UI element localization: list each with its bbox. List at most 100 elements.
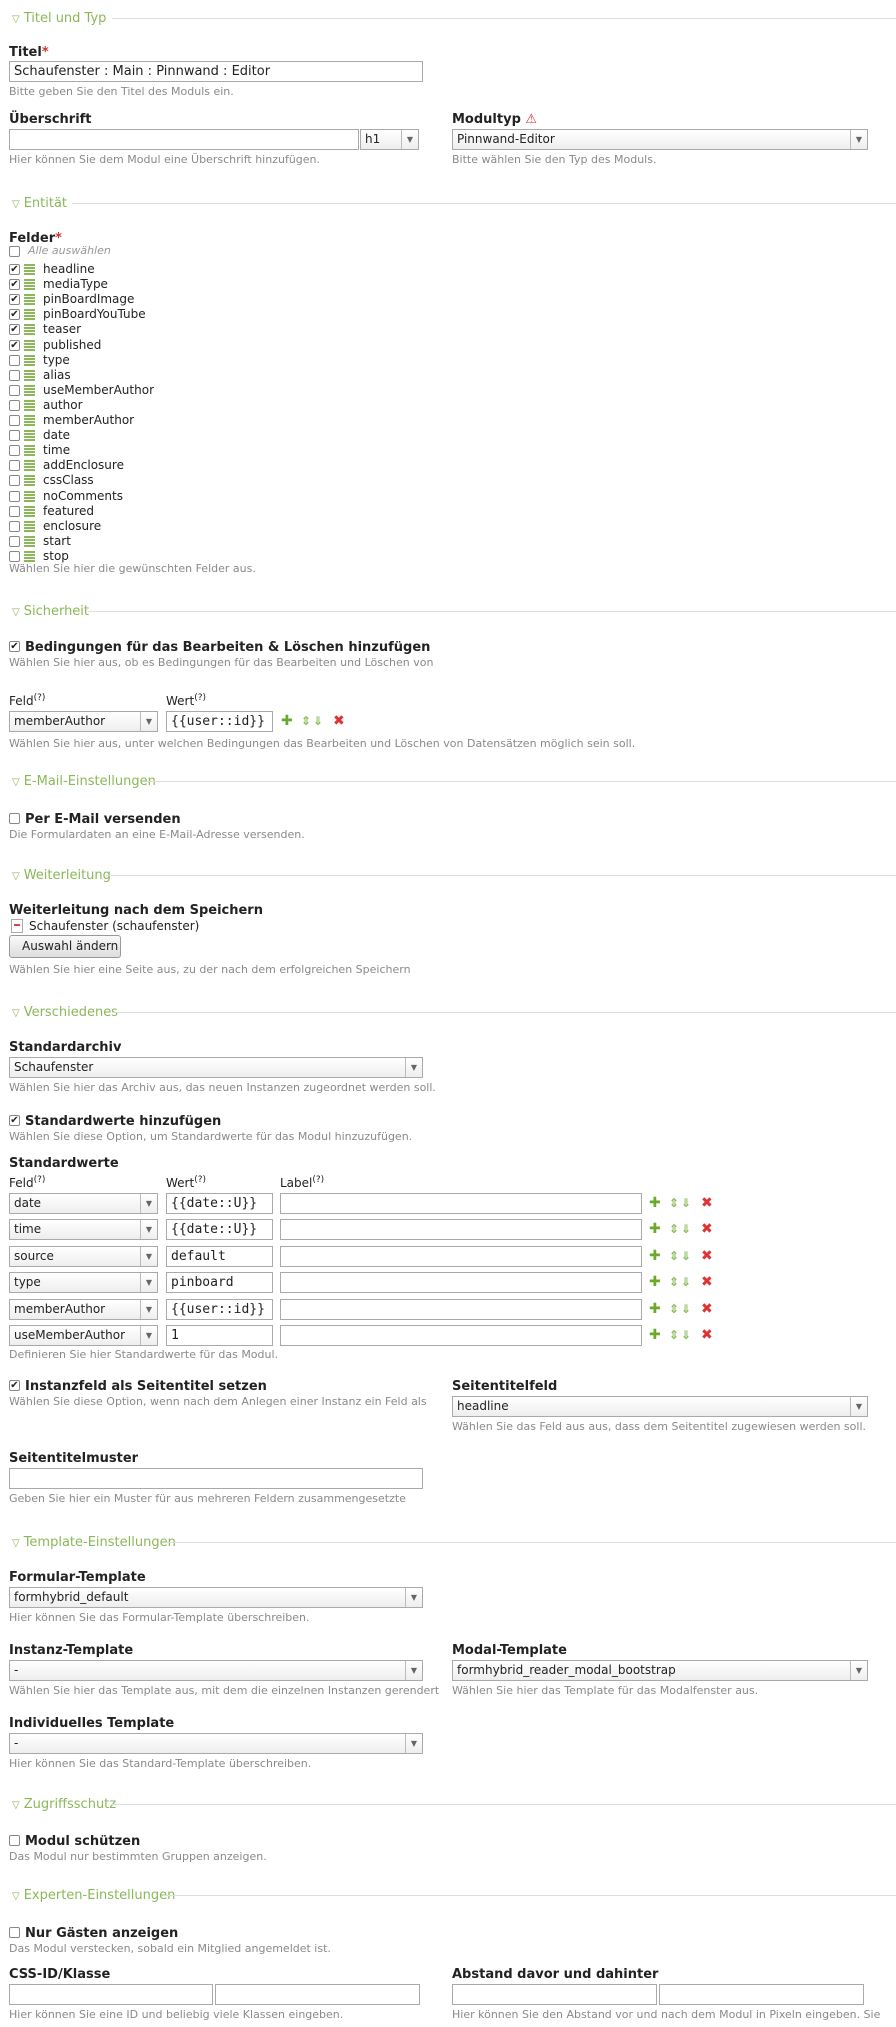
arrows-icon[interactable]: ⇓	[681, 1196, 691, 1210]
drag-handle-icon[interactable]	[24, 490, 35, 502]
plus-icon[interactable]: ✚	[649, 1275, 661, 1289]
felder-checkbox[interactable]: ✔	[9, 294, 20, 306]
legend-weiterleitung[interactable]: ▽ Weiterleitung	[12, 868, 111, 883]
standardwerte-label-input[interactable]	[280, 1193, 642, 1214]
drag-handle-icon[interactable]	[24, 279, 35, 291]
standardwerte-feld-select[interactable]: type ▼	[9, 1272, 158, 1294]
felder-checkbox[interactable]	[9, 505, 20, 517]
arrows-icon[interactable]: ⇓	[681, 1328, 691, 1342]
felder-checkbox[interactable]	[9, 369, 20, 381]
standardwerte-wert-input[interactable]: pinboard	[166, 1272, 273, 1294]
standardwerte-feld-select[interactable]: memberAuthor ▼	[9, 1298, 158, 1320]
drag-handle-icon[interactable]	[24, 339, 35, 351]
plus-icon[interactable]: ✚	[649, 1249, 661, 1263]
standardwerte-label-input[interactable]	[280, 1325, 642, 1346]
felder-checkbox[interactable]	[9, 445, 20, 457]
drag-handle-icon[interactable]	[24, 505, 35, 517]
standardwerte-feld-select[interactable]: time ▼	[9, 1219, 158, 1241]
legend-zugriffsschutz[interactable]: ▽ Zugriffsschutz	[12, 1797, 116, 1812]
felder-checkbox[interactable]	[9, 354, 20, 366]
bedingungen-checkbox[interactable]: ✔	[9, 641, 20, 652]
drag-handle-icon[interactable]	[24, 475, 35, 487]
seitentitelfeld-select[interactable]: headline ▼	[452, 1396, 868, 1417]
arrows-icon[interactable]: ⇕	[669, 1222, 679, 1236]
instanz-template-select[interactable]: - ▼	[9, 1660, 423, 1681]
seitentitelmuster-input[interactable]	[9, 1468, 423, 1489]
arrows-icon[interactable]: ⇕	[669, 1328, 679, 1342]
arrows-icon[interactable]: ⇓	[681, 1222, 691, 1236]
arrows-icon[interactable]: ⇓	[313, 714, 323, 728]
standardwerte-wert-input[interactable]: {{user::id}}	[166, 1298, 273, 1320]
felder-checkbox[interactable]: ✔	[9, 309, 20, 321]
arrows-icon[interactable]: ⇕	[301, 714, 311, 728]
drag-handle-icon[interactable]	[24, 324, 35, 336]
standardwerte-label-input[interactable]	[280, 1298, 642, 1320]
ueberschrift-input[interactable]	[9, 129, 359, 150]
legend-sicherheit[interactable]: ▽ Sicherheit	[12, 604, 89, 619]
cross-icon[interactable]: ✖	[701, 1222, 713, 1236]
standardwerte-label-input[interactable]	[280, 1219, 642, 1241]
standardwerte-wert-input[interactable]: {{date::U}}	[166, 1193, 273, 1214]
standardwerte-label-input[interactable]	[280, 1245, 642, 1267]
arrows-icon[interactable]: ⇓	[681, 1302, 691, 1316]
cross-icon[interactable]: ✖	[701, 1302, 713, 1316]
drag-handle-icon[interactable]	[24, 550, 35, 562]
arrows-icon[interactable]: ⇕	[669, 1302, 679, 1316]
plus-icon[interactable]: ✚	[649, 1222, 661, 1236]
drag-handle-icon[interactable]	[24, 460, 35, 472]
legend-titel-typ[interactable]: ▽ Titel und Typ	[12, 11, 106, 26]
legend-experten[interactable]: ▽ Experten-Einstellungen	[12, 1888, 175, 1903]
legend-entitaet[interactable]: ▽ Entität	[12, 196, 67, 211]
auswahl-aendern-button[interactable]: Auswahl ändern	[9, 935, 121, 958]
plus-icon[interactable]: ✚	[649, 1302, 661, 1316]
standardwerte-feld-select[interactable]: source ▼	[9, 1245, 158, 1267]
cross-icon[interactable]: ✖	[701, 1275, 713, 1289]
abstand-davor-input[interactable]	[452, 1984, 657, 2005]
css-id-input[interactable]	[9, 1984, 213, 2005]
legend-template[interactable]: ▽ Template-Einstellungen	[12, 1535, 176, 1550]
felder-checkbox[interactable]	[9, 415, 20, 426]
legend-verschiedenes[interactable]: ▽ Verschiedenes	[12, 1005, 118, 1020]
individuelles-template-select[interactable]: - ▼	[9, 1733, 423, 1754]
drag-handle-icon[interactable]	[24, 294, 35, 306]
ueberschrift-level-select[interactable]: h1 ▼	[360, 129, 419, 150]
legend-email[interactable]: ▽ E-Mail-Einstellungen	[12, 774, 156, 789]
arrows-icon[interactable]: ⇕	[669, 1249, 679, 1263]
cross-icon[interactable]: ✖	[701, 1328, 713, 1342]
bedingungen-wert-input[interactable]: {{user::id}}	[166, 711, 273, 732]
bedingungen-feld-select[interactable]: memberAuthor ▼	[9, 711, 158, 732]
felder-checkbox[interactable]	[9, 399, 20, 411]
standardwerte-feld-select[interactable]: date ▼	[9, 1193, 158, 1214]
standardwerte-wert-input[interactable]: {{date::U}}	[166, 1219, 273, 1241]
cross-icon[interactable]: ✖	[701, 1249, 713, 1263]
drag-handle-icon[interactable]	[24, 369, 35, 381]
modul-schuetzen-checkbox[interactable]	[9, 1835, 20, 1846]
drag-handle-icon[interactable]	[24, 309, 35, 321]
arrows-icon[interactable]: ⇓	[681, 1249, 691, 1263]
felder-checkbox[interactable]	[9, 475, 20, 487]
drag-handle-icon[interactable]	[24, 520, 35, 532]
instanzfeld-checkbox[interactable]: ✔	[9, 1380, 20, 1391]
felder-checkbox[interactable]: ✔	[9, 279, 20, 291]
standardwerte-wert-input[interactable]: default	[166, 1245, 273, 1267]
css-klasse-input[interactable]	[215, 1984, 420, 2005]
arrows-icon[interactable]: ⇕	[669, 1196, 679, 1210]
cross-icon[interactable]: ✖	[333, 714, 345, 728]
arrows-icon[interactable]: ⇓	[681, 1275, 691, 1289]
cross-icon[interactable]: ✖	[701, 1196, 713, 1210]
standardwerte-add-checkbox[interactable]: ✔	[9, 1115, 20, 1126]
drag-handle-icon[interactable]	[24, 354, 35, 366]
felder-checkbox[interactable]	[9, 520, 20, 532]
plus-icon[interactable]: ✚	[649, 1328, 661, 1342]
felder-checkbox[interactable]: ✔	[9, 324, 20, 336]
standardwerte-wert-input[interactable]: 1	[166, 1325, 273, 1346]
drag-handle-icon[interactable]	[24, 535, 35, 547]
modal-template-select[interactable]: formhybrid_reader_modal_bootstrap ▼	[452, 1660, 868, 1681]
felder-checkbox[interactable]: ✔	[9, 264, 20, 275]
plus-icon[interactable]: ✚	[649, 1196, 661, 1210]
abstand-dahinter-input[interactable]	[659, 1984, 864, 2005]
standardwerte-feld-select[interactable]: useMemberAuthor ▼	[9, 1325, 158, 1346]
titel-input[interactable]: Schaufenster : Main : Pinnwand : Editor	[9, 61, 423, 82]
felder-checkbox[interactable]	[9, 384, 20, 396]
felder-checkbox[interactable]	[9, 550, 20, 562]
